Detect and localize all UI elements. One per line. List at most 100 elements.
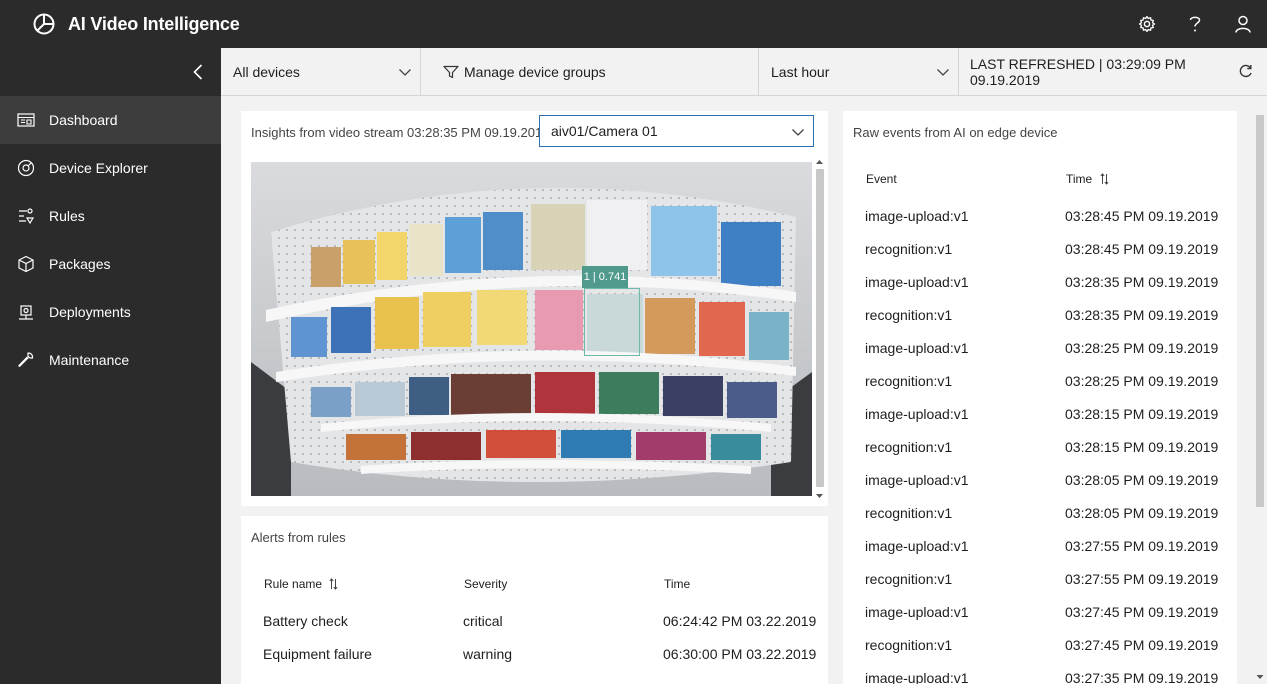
alerts-panel: Alerts from rules Rule name Severity Tim… bbox=[241, 516, 828, 684]
event-time: 03:28:35 PM 09.19.2019 bbox=[1065, 307, 1219, 323]
event-name: recognition:v1 bbox=[865, 307, 953, 323]
sort-icon bbox=[329, 578, 338, 590]
event-name: recognition:v1 bbox=[865, 571, 953, 587]
sidebar-item-deployments[interactable]: Deployments bbox=[0, 288, 221, 336]
event-name: recognition:v1 bbox=[865, 439, 953, 455]
event-name: recognition:v1 bbox=[865, 637, 953, 653]
insights-panel: Insights from video stream 03:28:35 PM 0… bbox=[241, 111, 828, 506]
alert-rule-name[interactable]: Battery check bbox=[263, 613, 348, 629]
column-header-time[interactable]: Time bbox=[664, 577, 690, 591]
scroll-down-icon[interactable] bbox=[1253, 672, 1267, 682]
camera-select-value: aiv01/Camera 01 bbox=[551, 123, 658, 139]
packages-icon bbox=[16, 254, 36, 274]
refresh-icon[interactable] bbox=[1238, 64, 1253, 79]
chevron-left-icon bbox=[193, 64, 203, 80]
detection-bounding-box bbox=[584, 288, 640, 356]
alert-time: 06:30:00 PM 03.22.2019 bbox=[663, 646, 817, 662]
device-explorer-icon bbox=[16, 158, 36, 178]
sidebar-item-dashboard[interactable]: Dashboard bbox=[0, 96, 221, 144]
event-time: 03:28:45 PM 09.19.2019 bbox=[1065, 208, 1219, 224]
raw-events-title: Raw events from AI on edge device bbox=[853, 125, 1058, 140]
scroll-down-icon[interactable] bbox=[813, 491, 826, 501]
video-scrollbar-thumb[interactable] bbox=[816, 169, 824, 487]
top-bar: AI Video Intelligence bbox=[0, 0, 1267, 48]
sidebar-item-rules[interactable]: Rules bbox=[0, 192, 221, 240]
sidebar-item-label: Rules bbox=[49, 208, 85, 224]
sidebar-item-label: Deployments bbox=[49, 304, 131, 320]
event-time: 03:27:55 PM 09.19.2019 bbox=[1065, 538, 1219, 554]
app-logo-icon bbox=[32, 12, 56, 36]
event-time: 03:28:15 PM 09.19.2019 bbox=[1065, 406, 1219, 422]
events-scrollbar-thumb[interactable] bbox=[1256, 115, 1264, 507]
device-filter-dropdown[interactable]: All devices bbox=[221, 48, 421, 95]
event-time: 03:27:55 PM 09.19.2019 bbox=[1065, 571, 1219, 587]
rules-icon bbox=[16, 206, 36, 226]
video-scrollbar[interactable] bbox=[813, 155, 826, 503]
alert-time: 06:24:42 PM 03.22.2019 bbox=[663, 613, 817, 629]
chevron-down-icon bbox=[937, 69, 949, 76]
last-refreshed-status: LAST REFRESHED | 03:29:09 PM 09.19.2019 bbox=[959, 48, 1267, 95]
alerts-title: Alerts from rules bbox=[251, 530, 346, 545]
sidebar-item-label: Device Explorer bbox=[49, 160, 148, 176]
filter-bar: All devices Manage device groups Last ho… bbox=[221, 48, 1267, 96]
sidebar-item-label: Packages bbox=[49, 256, 111, 272]
last-refreshed-text: LAST REFRESHED | 03:29:09 PM 09.19.2019 bbox=[970, 55, 1186, 88]
settings-gear-icon[interactable] bbox=[1123, 0, 1171, 48]
event-time: 03:28:15 PM 09.19.2019 bbox=[1065, 439, 1219, 455]
sidebar-item-maintenance[interactable]: Maintenance bbox=[0, 336, 221, 384]
event-time: 03:27:45 PM 09.19.2019 bbox=[1065, 604, 1219, 620]
filter-icon bbox=[443, 65, 459, 78]
event-name: image-upload:v1 bbox=[865, 670, 969, 684]
event-time: 03:28:25 PM 09.19.2019 bbox=[1065, 340, 1219, 356]
events-scrollbar[interactable] bbox=[1253, 111, 1267, 684]
raw-events-panel: Raw events from AI on edge device Event … bbox=[843, 111, 1237, 684]
column-header-rule-name[interactable]: Rule name bbox=[264, 577, 338, 591]
event-time: 03:28:05 PM 09.19.2019 bbox=[1065, 505, 1219, 521]
event-time: 03:27:45 PM 09.19.2019 bbox=[1065, 637, 1219, 653]
store-shelf-image bbox=[251, 162, 812, 496]
event-name: image-upload:v1 bbox=[865, 472, 969, 488]
sidebar-item-packages[interactable]: Packages bbox=[0, 240, 221, 288]
alert-severity: warning bbox=[463, 646, 513, 662]
manage-device-groups-button[interactable]: Manage device groups bbox=[421, 48, 759, 95]
event-name: recognition:v1 bbox=[865, 505, 953, 521]
column-header-event[interactable]: Event bbox=[866, 172, 897, 186]
detection-label: 1 | 0.741 bbox=[582, 266, 628, 288]
camera-select-dropdown[interactable]: aiv01/Camera 01 bbox=[539, 115, 814, 147]
event-time: 03:28:25 PM 09.19.2019 bbox=[1065, 373, 1219, 389]
event-name: recognition:v1 bbox=[865, 241, 953, 257]
event-time: 03:28:35 PM 09.19.2019 bbox=[1065, 274, 1219, 290]
sidebar: Dashboard Device Explorer Rules Packages… bbox=[0, 48, 221, 684]
collapse-sidebar-button[interactable] bbox=[0, 48, 221, 96]
time-range-dropdown[interactable]: Last hour bbox=[759, 48, 959, 95]
help-icon[interactable] bbox=[1171, 0, 1219, 48]
event-name: image-upload:v1 bbox=[865, 340, 969, 356]
insights-title: Insights from video stream 03:28:35 PM 0… bbox=[251, 125, 550, 140]
event-name: image-upload:v1 bbox=[865, 604, 969, 620]
sort-icon bbox=[1100, 173, 1109, 185]
alert-severity: critical bbox=[463, 613, 503, 629]
sidebar-item-label: Dashboard bbox=[49, 112, 118, 128]
event-name: image-upload:v1 bbox=[865, 538, 969, 554]
manage-device-groups-label: Manage device groups bbox=[464, 63, 606, 80]
app-title: AI Video Intelligence bbox=[68, 13, 240, 34]
chevron-down-icon bbox=[399, 69, 411, 76]
sidebar-item-device-explorer[interactable]: Device Explorer bbox=[0, 144, 221, 192]
event-name: image-upload:v1 bbox=[865, 274, 969, 290]
column-header-time[interactable]: Time bbox=[1066, 172, 1109, 186]
device-filter-value: All devices bbox=[233, 63, 300, 80]
event-time: 03:28:05 PM 09.19.2019 bbox=[1065, 472, 1219, 488]
alert-rule-name[interactable]: Equipment failure bbox=[263, 646, 372, 662]
sidebar-item-label: Maintenance bbox=[49, 352, 130, 368]
event-name: recognition:v1 bbox=[865, 373, 953, 389]
video-stream-frame: 1 | 0.741 bbox=[251, 162, 812, 496]
scroll-up-icon[interactable] bbox=[813, 157, 826, 167]
time-range-value: Last hour bbox=[771, 63, 830, 80]
dashboard-icon bbox=[16, 110, 36, 130]
event-name: image-upload:v1 bbox=[865, 208, 969, 224]
event-time: 03:27:35 PM 09.19.2019 bbox=[1065, 670, 1219, 684]
column-header-severity[interactable]: Severity bbox=[464, 577, 507, 591]
user-icon[interactable] bbox=[1219, 0, 1267, 48]
chevron-down-icon bbox=[792, 129, 804, 136]
maintenance-icon bbox=[16, 350, 36, 370]
